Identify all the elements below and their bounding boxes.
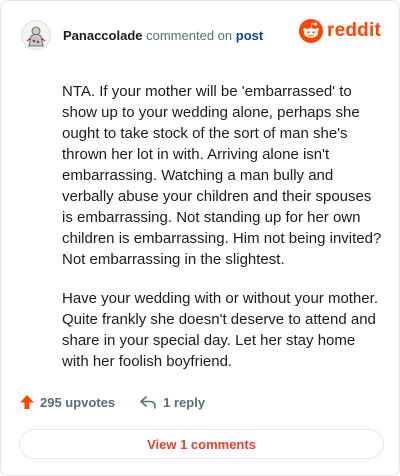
- reddit-logo[interactable]: reddit: [299, 19, 381, 43]
- upvote-count: 295 upvotes: [40, 394, 116, 410]
- username-link[interactable]: Panaccolade: [63, 28, 143, 43]
- reddit-snoo-icon: [299, 19, 324, 43]
- comment-body: NTA. If your mother will be 'embarrassed…: [62, 81, 382, 390]
- comment-card: Panaccolade commented on post reddit NTA…: [0, 0, 400, 476]
- avatar-illustration-icon: [26, 26, 46, 47]
- reply-button[interactable]: 1 reply: [139, 394, 205, 410]
- comment-meta: Panaccolade commented on post: [63, 28, 263, 43]
- upvote-arrow-icon: [20, 395, 34, 409]
- user-avatar[interactable]: [21, 20, 51, 50]
- post-link[interactable]: post: [236, 28, 263, 43]
- reply-count: 1 reply: [163, 394, 206, 410]
- comment-header: Panaccolade commented on post reddit: [21, 19, 381, 51]
- comment-actions: 295 upvotes 1 reply: [19, 394, 205, 410]
- view-comments-button[interactable]: View 1 comments: [19, 429, 384, 459]
- reply-arrow-icon: [140, 396, 156, 409]
- action-text: commented on: [146, 27, 233, 43]
- comment-paragraph-1: NTA. If your mother will be 'embarrassed…: [62, 83, 382, 268]
- reddit-wordmark: reddit: [327, 20, 381, 41]
- comment-paragraph-2: Have your wedding with or without your m…: [62, 290, 378, 370]
- upvote-button[interactable]: 295 upvotes: [19, 394, 115, 410]
